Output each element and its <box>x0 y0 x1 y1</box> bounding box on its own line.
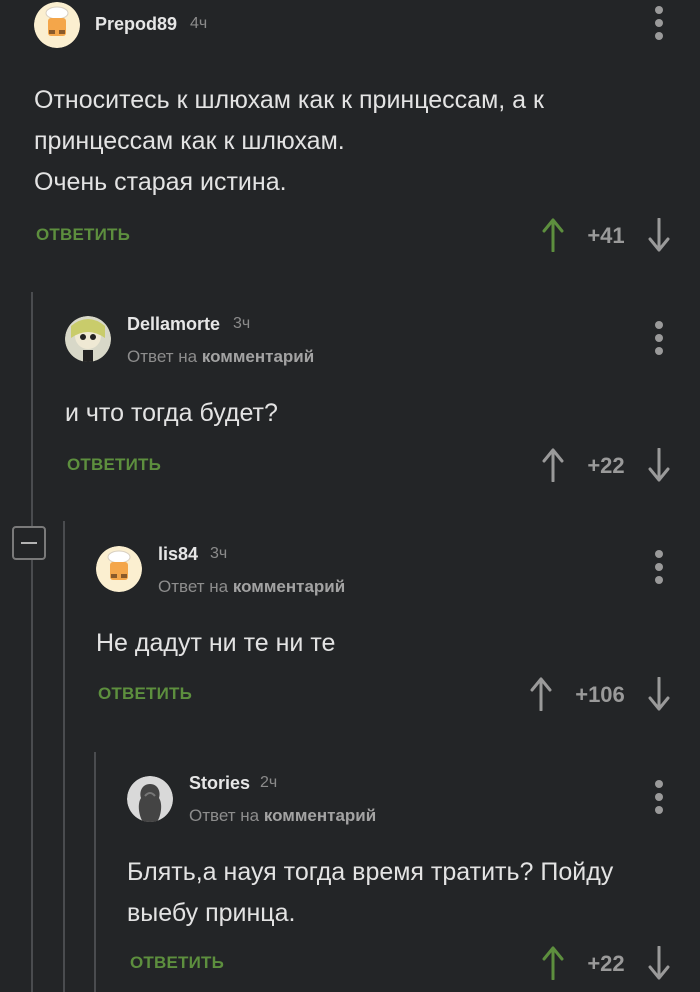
timestamp: 3ч <box>233 315 251 332</box>
reply-to-line: Ответ на комментарий <box>158 577 346 596</box>
upvote-arrow-icon[interactable] <box>529 677 553 711</box>
avatar[interactable] <box>65 316 111 362</box>
thread-line <box>31 292 33 992</box>
parent-comment-link[interactable]: комментарий <box>233 577 345 596</box>
downvote-arrow-icon[interactable] <box>647 946 671 980</box>
reply-to-line: Ответ на комментарий <box>189 806 377 825</box>
score: +22 <box>587 453 625 478</box>
parent-comment-link[interactable]: комментарий <box>264 806 376 825</box>
comment-text: и что тогда будет? <box>65 399 278 427</box>
thread-line <box>63 521 65 992</box>
username[interactable]: Stories <box>189 773 250 794</box>
comment-text: Не дадут ни те ни те <box>96 629 336 657</box>
reply-to-line: Ответ на комментарий <box>127 347 315 366</box>
collapse-thread-button[interactable] <box>12 526 46 560</box>
username[interactable]: Prepod89 <box>95 14 177 35</box>
upvote-arrow-icon[interactable] <box>541 946 565 980</box>
downvote-arrow-icon[interactable] <box>647 677 671 711</box>
parent-comment-link[interactable]: комментарий <box>202 347 314 366</box>
reply-button[interactable]: ОТВЕТИТЬ <box>36 225 130 245</box>
score: +41 <box>587 223 625 248</box>
avatar[interactable] <box>96 546 142 592</box>
kebab-menu-icon[interactable] <box>649 780 669 816</box>
reply-button[interactable]: ОТВЕТИТЬ <box>67 455 161 475</box>
avatar[interactable] <box>34 2 80 48</box>
score: +106 <box>575 682 625 707</box>
comment-text: Относитесь к шлюхам как к принцессам, а … <box>34 86 544 196</box>
reply-button[interactable]: ОТВЕТИТЬ <box>98 684 192 704</box>
kebab-menu-icon[interactable] <box>649 550 669 586</box>
username[interactable]: Dellamorte <box>127 314 220 335</box>
collapse-minus-icon <box>21 542 37 544</box>
score: +22 <box>587 951 625 976</box>
kebab-menu-icon[interactable] <box>649 6 669 42</box>
username[interactable]: lis84 <box>158 544 198 565</box>
upvote-arrow-icon[interactable] <box>541 448 565 482</box>
avatar[interactable] <box>127 776 173 822</box>
comment-text: Блять,а науя тогда время тратить? Пойду … <box>127 858 614 927</box>
timestamp: 3ч <box>210 545 228 562</box>
kebab-menu-icon[interactable] <box>649 321 669 357</box>
downvote-arrow-icon[interactable] <box>647 448 671 482</box>
thread-line <box>94 752 96 992</box>
downvote-arrow-icon[interactable] <box>647 218 671 252</box>
upvote-arrow-icon[interactable] <box>541 218 565 252</box>
reply-button[interactable]: ОТВЕТИТЬ <box>130 953 224 973</box>
timestamp: 4ч <box>190 15 208 32</box>
timestamp: 2ч <box>260 774 278 791</box>
